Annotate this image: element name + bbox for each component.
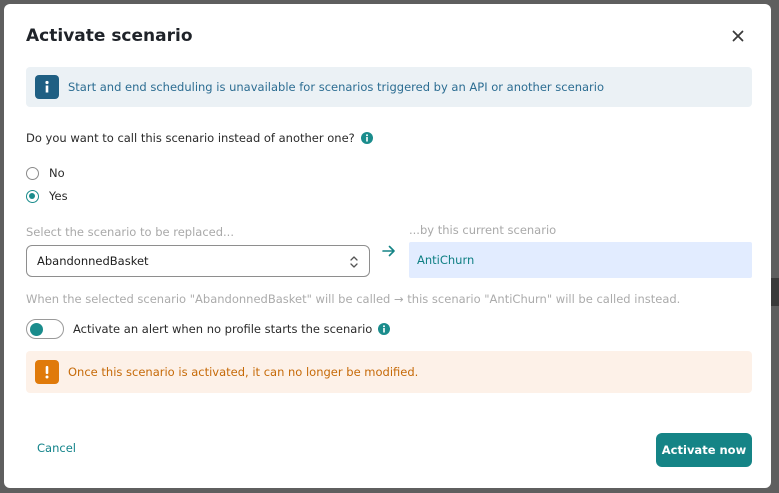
alert-toggle-row: Activate an alert when no profile starts…: [26, 319, 391, 339]
replacement-explanation: When the selected scenario "AbandonnedBa…: [26, 292, 681, 306]
replaced-scenario-value: AbandonnedBasket: [37, 254, 149, 268]
info-banner-text: Start and end scheduling is unavailable …: [68, 80, 604, 94]
arrow-right-icon: [382, 245, 395, 257]
replaced-scenario-label: Select the scenario to be replaced...: [26, 225, 234, 239]
radio-no[interactable]: No: [26, 166, 65, 180]
cancel-button[interactable]: Cancel: [37, 441, 76, 455]
radio-yes-circle[interactable]: [26, 189, 39, 203]
info-banner: Start and end scheduling is unavailable …: [26, 67, 752, 107]
radio-no-label: No: [49, 166, 65, 180]
replace-question: Do you want to call this scenario instea…: [26, 131, 373, 145]
replaced-scenario-select[interactable]: AbandonnedBasket: [26, 245, 370, 277]
close-icon: [732, 30, 744, 42]
chevron-up-down-icon: [350, 256, 358, 268]
radio-no-circle[interactable]: [26, 166, 39, 180]
alert-toggle-label: Activate an alert when no profile starts…: [73, 322, 373, 336]
info-icon[interactable]: [360, 132, 373, 144]
radio-yes-label: Yes: [49, 189, 68, 203]
current-scenario-field: AntiChurn: [409, 242, 752, 278]
activate-scenario-dialog: Activate scenario Start and end scheduli…: [4, 4, 771, 488]
info-icon[interactable]: [378, 323, 391, 335]
current-scenario-label: ...by this current scenario: [409, 223, 557, 237]
alert-toggle[interactable]: [26, 319, 64, 339]
current-scenario-value: AntiChurn: [417, 253, 475, 267]
radio-yes[interactable]: Yes: [26, 189, 68, 203]
info-icon: [35, 75, 59, 99]
warning-banner: Once this scenario is activated, it can …: [26, 351, 752, 393]
warning-text: Once this scenario is activated, it can …: [68, 365, 419, 379]
toggle-knob: [30, 322, 43, 336]
dialog-title: Activate scenario: [26, 26, 193, 46]
backdrop: [771, 278, 779, 306]
activate-now-button[interactable]: Activate now: [656, 433, 752, 467]
close-button[interactable]: [728, 26, 748, 46]
replace-question-label: Do you want to call this scenario instea…: [26, 131, 355, 145]
warning-icon: [35, 360, 59, 384]
